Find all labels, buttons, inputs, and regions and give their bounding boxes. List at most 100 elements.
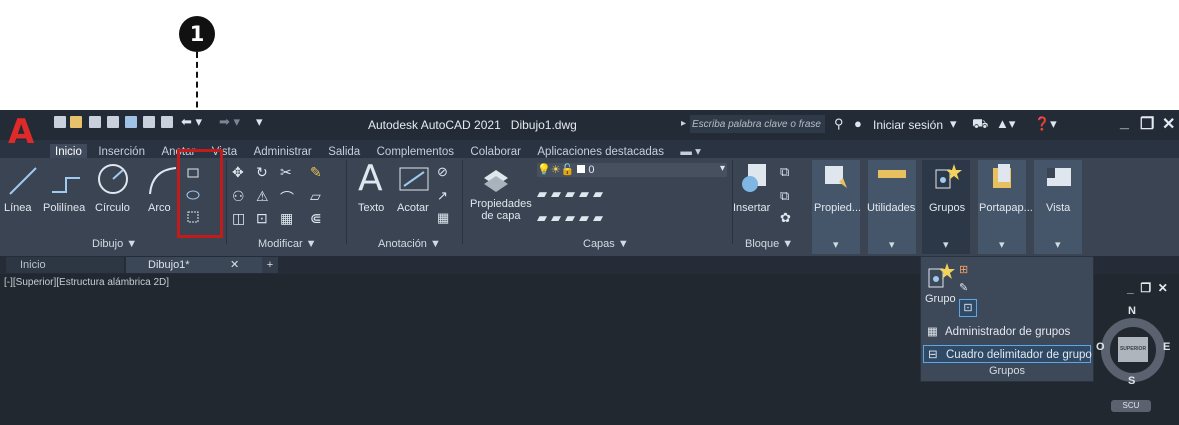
web-icon[interactable] (125, 116, 137, 128)
viewport-controls-label[interactable]: [-][Superior][Estructura alámbrica 2D] (4, 277, 169, 288)
customize-dropdown-icon[interactable]: ▾ (256, 114, 263, 130)
edit-block-icon[interactable]: ⧉ (780, 188, 794, 203)
chevron-down-icon[interactable]: ▾ (999, 238, 1005, 251)
ungroup-icon[interactable]: ⊞ (959, 263, 968, 276)
save-icon[interactable] (89, 116, 101, 128)
properties-icon[interactable] (823, 164, 849, 190)
new-icon[interactable] (54, 116, 66, 128)
cart-icon[interactable]: ⛟ (972, 116, 988, 134)
new-tab-button[interactable]: + (262, 257, 278, 273)
autocad-logo-icon[interactable]: A (8, 114, 38, 150)
trim-icon[interactable]: ✂ (280, 164, 294, 180)
create-block-icon[interactable]: ⧉ (780, 164, 794, 179)
redo-icon[interactable]: ➡ ▾ (219, 114, 240, 130)
doc-tab-inicio[interactable]: Inicio (6, 257, 124, 273)
dimension-icon[interactable] (398, 166, 430, 194)
autodesk-icon[interactable]: ▲▾ (996, 116, 1015, 132)
group-icon[interactable] (927, 261, 955, 289)
view-panel-button[interactable]: Vista (1046, 202, 1070, 214)
clipboard-icon[interactable] (990, 162, 1016, 190)
clipboard-panel-button[interactable]: Portapap... (979, 202, 1033, 214)
compass-west[interactable]: O (1096, 341, 1105, 353)
search-icon[interactable]: ⚲ (834, 116, 844, 132)
group-icon[interactable] (934, 162, 962, 190)
line-button[interactable]: Línea (4, 202, 32, 214)
circle-button[interactable]: Círculo (95, 202, 130, 214)
panel-dibujo-label[interactable]: Dibujo ▼ (92, 238, 137, 250)
menu-item-group-bounding-box[interactable]: ⊟ Cuadro delimitador de grupo (923, 345, 1092, 363)
groups-panel-button[interactable]: Grupos (929, 202, 965, 214)
group-select-toggle-icon[interactable]: ⊡ (959, 299, 977, 317)
compass-south[interactable]: S (1128, 375, 1135, 387)
chevron-down-icon[interactable]: ▾ (943, 238, 949, 251)
utilities-panel-button[interactable]: Utilidades (867, 202, 915, 214)
signin-dropdown-icon[interactable]: ▾ (950, 116, 957, 132)
dimension-button[interactable]: Acotar (397, 202, 429, 214)
explode-icon[interactable]: ▱ (310, 188, 324, 204)
layer-tools-row1-icon[interactable]: ▰▰▰▰▰ (537, 186, 607, 202)
group-edit-icon[interactable]: ✎ (959, 281, 968, 294)
compass-north[interactable]: N (1128, 305, 1136, 317)
search-expand-icon[interactable]: ▸ (681, 118, 686, 129)
arc-button[interactable]: Arco (148, 202, 171, 214)
help-icon[interactable]: ❓▾ (1034, 116, 1057, 132)
chevron-down-icon[interactable]: ▾ (833, 238, 839, 251)
view-icon[interactable] (1045, 166, 1073, 188)
close-tab-icon[interactable]: ✕ (230, 257, 239, 273)
plot-icon[interactable] (143, 116, 155, 128)
user-icon[interactable]: ● (854, 116, 862, 131)
utilities-icon[interactable] (878, 170, 906, 180)
print-icon[interactable] (161, 116, 173, 128)
fillet-icon[interactable]: ⌒ (280, 188, 294, 206)
insert-block-icon[interactable] (740, 162, 772, 194)
keyword-search-input[interactable] (690, 115, 825, 133)
polyline-icon[interactable] (50, 166, 82, 196)
scale-icon[interactable]: ⊡ (256, 210, 270, 226)
panel-modificar-label[interactable]: Modificar ▼ (258, 238, 317, 250)
mirror-icon[interactable]: ⚠ (256, 188, 270, 204)
rotate-icon[interactable]: ↻ (256, 164, 270, 180)
menu-item-group-manager[interactable]: ▦ Administrador de grupos (923, 323, 1091, 341)
viewcube-top-face[interactable]: SUPERIOR (1118, 337, 1148, 362)
polyline-button[interactable]: Polilínea (43, 202, 85, 214)
table-icon[interactable]: ▦ (437, 210, 451, 225)
open-icon[interactable] (70, 116, 82, 128)
restore-button[interactable]: ❐ (1140, 114, 1154, 134)
layer-dropdown[interactable]: 💡☀🔓 0 (537, 163, 727, 177)
signin-link[interactable]: Iniciar sesión (873, 118, 943, 132)
circle-icon[interactable] (96, 162, 130, 196)
chevron-down-icon[interactable]: ▾ (889, 238, 895, 251)
array-icon[interactable]: ▦ (280, 210, 294, 226)
close-button[interactable]: ✕ (1162, 114, 1175, 134)
layer-properties-icon[interactable] (480, 162, 512, 194)
group-button-label[interactable]: Grupo (925, 293, 956, 305)
offset-icon[interactable]: ⋐ (310, 210, 324, 226)
layer-properties-button[interactable]: Propiedades de capa (470, 198, 532, 222)
doc-tab-dibujo1[interactable]: Dibujo1* ✕ (126, 257, 264, 273)
saveas-icon[interactable] (107, 116, 119, 128)
text-icon[interactable]: A (358, 158, 383, 199)
move-icon[interactable]: ✥ (232, 164, 246, 180)
panel-bloque-label[interactable]: Bloque ▼ (745, 238, 793, 250)
panel-anotacion-label[interactable]: Anotación ▼ (378, 238, 441, 250)
leader-icon[interactable]: ⊘ (437, 164, 451, 179)
layer-dropdown-arrow-icon[interactable]: ▾ (720, 163, 725, 174)
copy-icon[interactable]: ⚇ (232, 188, 246, 204)
insert-button[interactable]: Insertar (733, 202, 770, 214)
ucs-menu-button[interactable]: SCU (1111, 400, 1151, 412)
layer-tools-row2-icon[interactable]: ▰▰▰▰▰ (537, 210, 607, 226)
multileader-icon[interactable]: ↗ (437, 188, 451, 203)
erase-icon[interactable]: ✎ (310, 164, 324, 180)
undo-icon[interactable]: ⬅ ▾ (181, 114, 202, 130)
text-button[interactable]: Texto (358, 202, 384, 214)
panel-capas-label[interactable]: Capas ▼ (583, 238, 629, 250)
stretch-icon[interactable]: ◫ (232, 210, 246, 226)
minimize-button[interactable]: _ (1120, 114, 1129, 132)
compass-east[interactable]: E (1163, 341, 1170, 353)
chevron-down-icon[interactable]: ▾ (1055, 238, 1061, 251)
properties-panel-button[interactable]: Propied... (814, 202, 861, 214)
arc-icon[interactable] (146, 164, 178, 196)
block-attributes-icon[interactable]: ✿ (780, 210, 794, 225)
viewport-window-controls[interactable]: _ ❐ ✕ (1127, 281, 1168, 295)
line-icon[interactable] (8, 166, 38, 196)
